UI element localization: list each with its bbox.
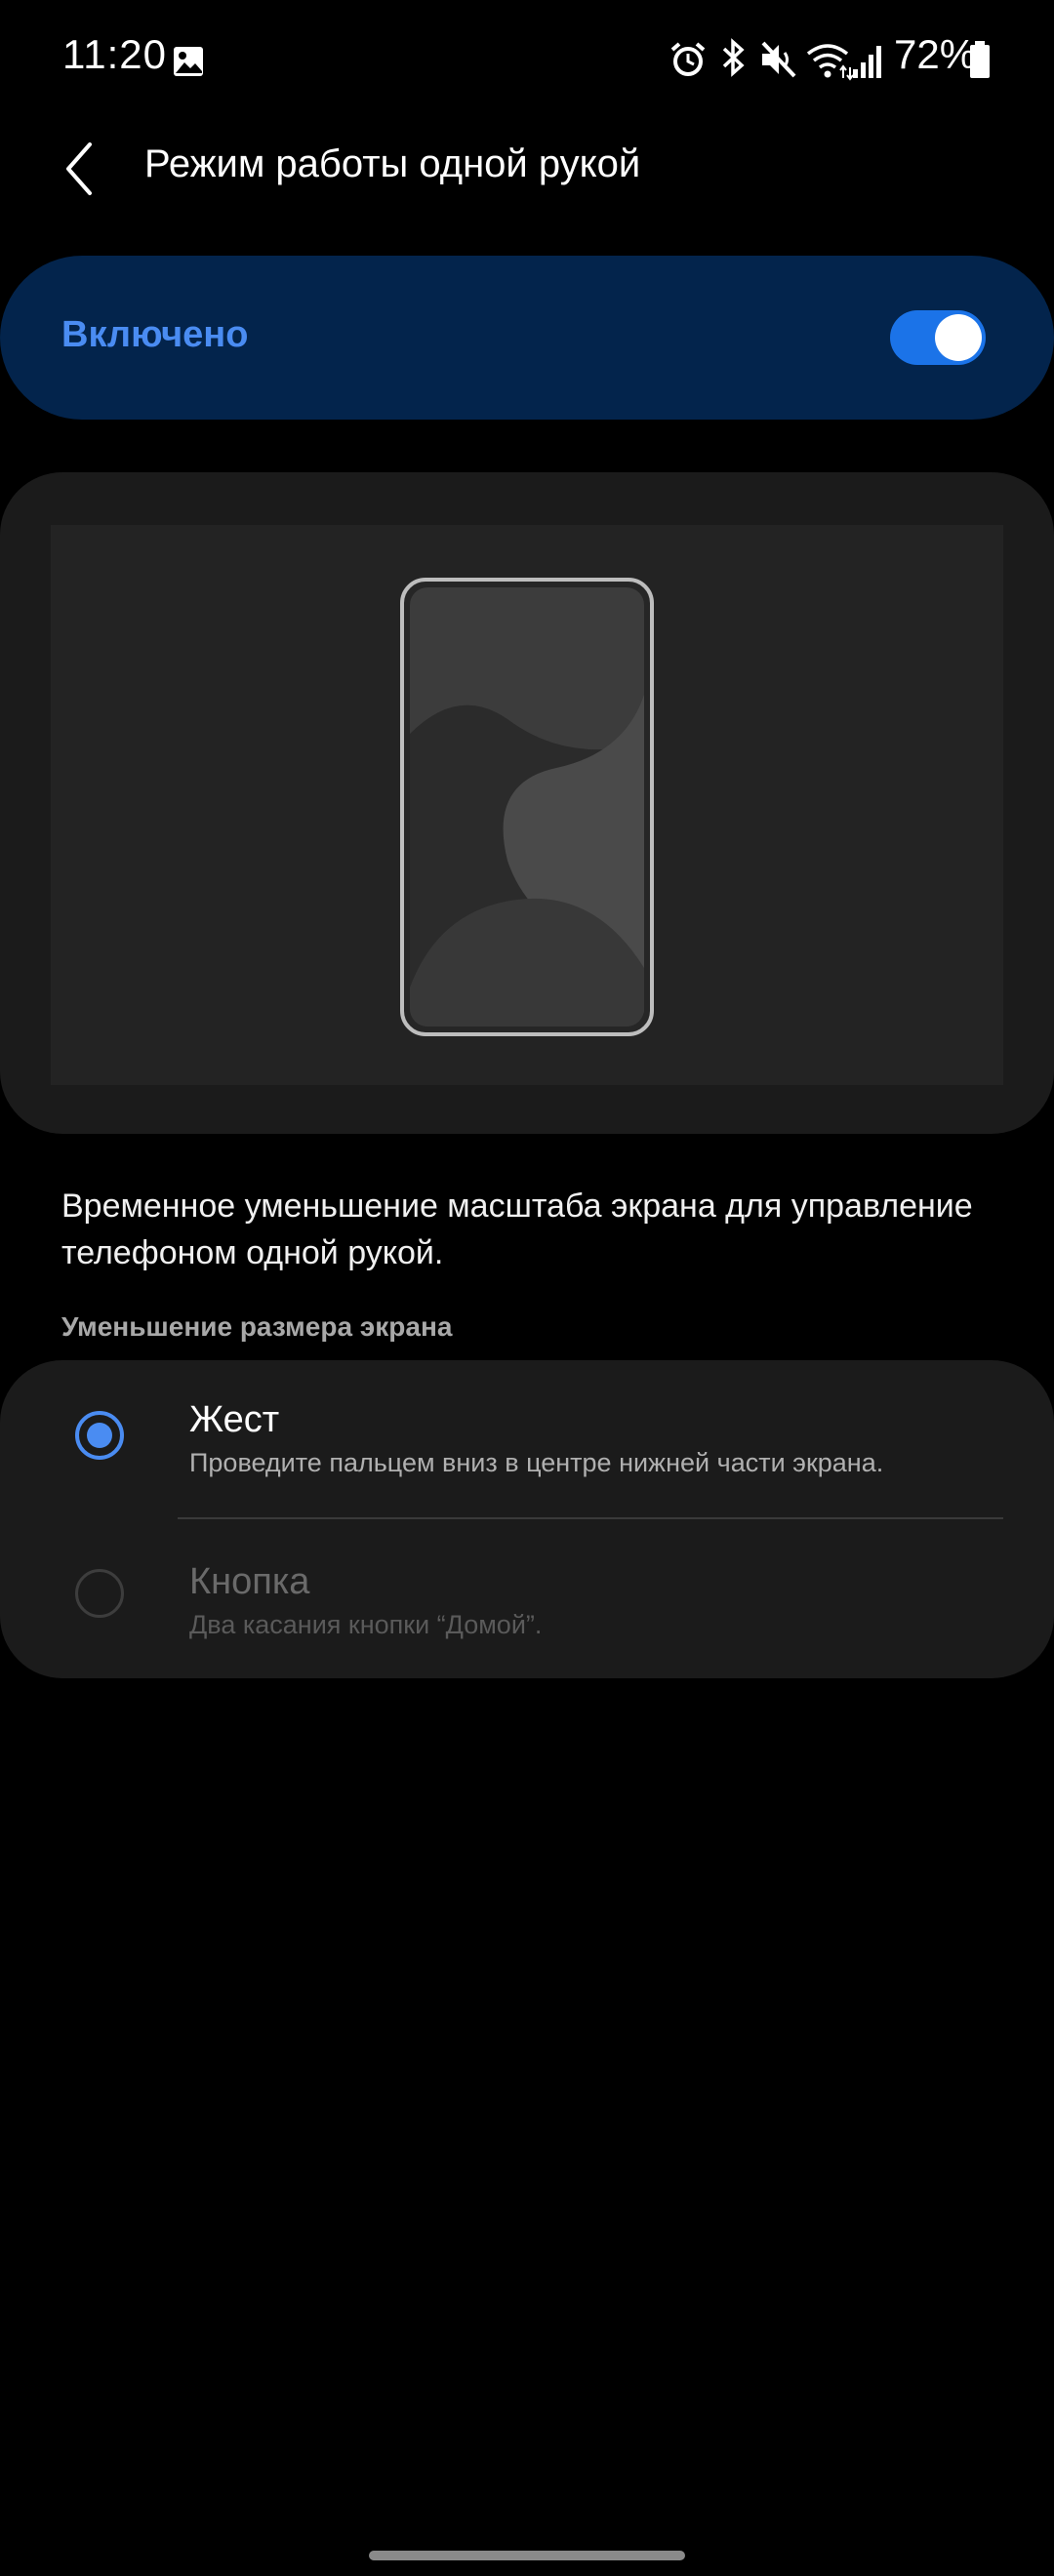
option-button[interactable]: Кнопка Два касания кнопки “Домой”.	[0, 1520, 1054, 1678]
preview-card	[0, 472, 1054, 1134]
battery-icon	[970, 41, 990, 78]
toggle-label: Включено	[61, 314, 249, 355]
page-title: Режим работы одной рукой	[144, 142, 641, 185]
divider	[178, 1517, 1003, 1519]
battery-percent: 72%	[894, 31, 977, 77]
options-card: Жест Проведите пальцем вниз в центре ниж…	[0, 1360, 1054, 1678]
gesture-nav-handle[interactable]	[369, 2551, 685, 2560]
enable-switch[interactable]	[890, 310, 986, 365]
wifi-icon	[806, 44, 853, 81]
status-time: 11:20	[62, 31, 167, 77]
mute-icon	[761, 41, 796, 78]
signal-icon	[853, 46, 881, 78]
option-subtitle: Проведите пальцем вниз в центре нижней ч…	[189, 1448, 884, 1477]
status-bar: 11:20 72%	[0, 0, 1054, 117]
switch-thumb	[935, 314, 982, 361]
feature-description: Временное уменьшение масштаба экрана для…	[61, 1187, 973, 1271]
bluetooth-icon	[722, 38, 745, 77]
option-gesture[interactable]: Жест Проведите пальцем вниз в центре ниж…	[0, 1360, 1054, 1519]
radio-button[interactable]	[75, 1569, 124, 1618]
section-header: Уменьшение размера экрана	[61, 1311, 453, 1342]
master-toggle-row[interactable]: Включено	[0, 256, 1054, 420]
alarm-icon	[670, 42, 706, 76]
app-bar: Режим работы одной рукой	[0, 117, 1054, 215]
back-button[interactable]	[49, 135, 117, 203]
option-subtitle: Два касания кнопки “Домой”.	[189, 1610, 543, 1639]
option-title: Жест	[189, 1399, 280, 1440]
preview-area	[51, 525, 1003, 1085]
gallery-icon	[174, 47, 203, 76]
option-title: Кнопка	[189, 1561, 310, 1602]
radio-gesture[interactable]	[75, 1411, 124, 1460]
chevron-left-icon	[66, 142, 92, 195]
radio-dot	[87, 1423, 112, 1448]
phone-illustration	[400, 578, 654, 1036]
